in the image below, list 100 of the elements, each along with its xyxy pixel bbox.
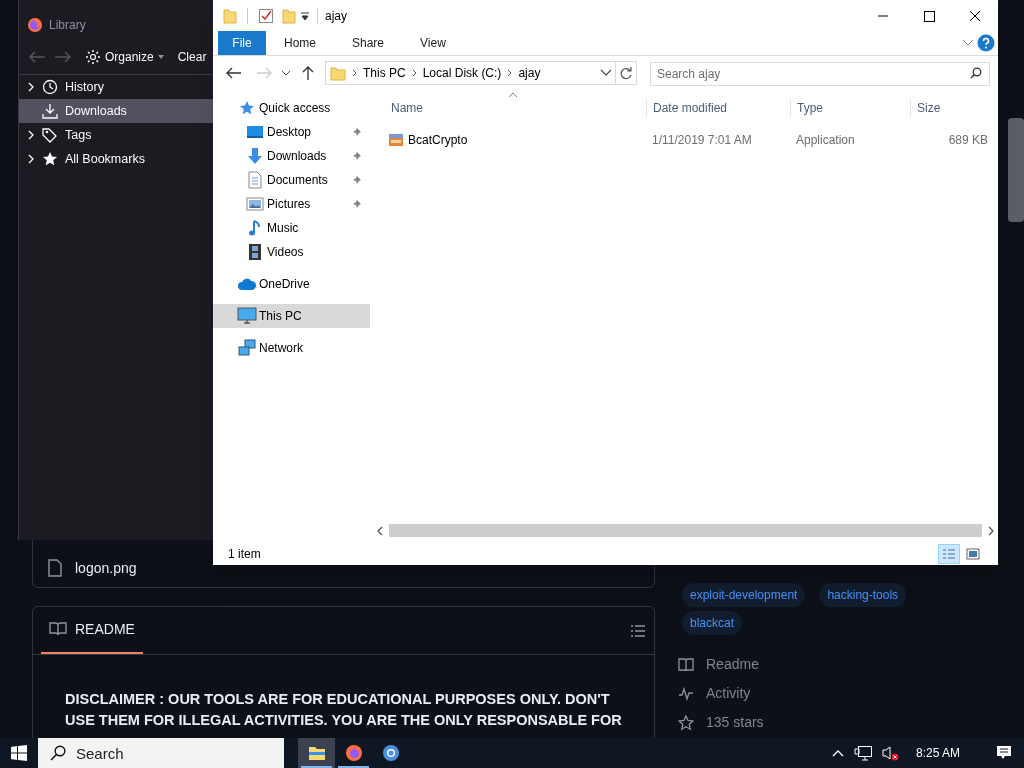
nav-item[interactable]: Videos	[213, 240, 370, 264]
chevron-icon[interactable]	[411, 69, 417, 77]
start-icon[interactable]	[11, 745, 27, 761]
expand-icon[interactable]	[27, 130, 35, 140]
browser-icon	[381, 744, 400, 762]
muted-speaker-icon[interactable]	[881, 745, 900, 761]
help-icon[interactable]	[977, 34, 995, 52]
breadcrumb[interactable]: Local Disk (C:)	[422, 64, 502, 82]
network-icon[interactable]	[853, 745, 872, 761]
outline-icon[interactable]	[630, 624, 646, 638]
breadcrumb[interactable]: ajay	[518, 64, 541, 82]
column-header[interactable]: Date modified	[646, 99, 790, 117]
ribbon-tab[interactable]: Share	[334, 31, 403, 55]
picture-icon	[245, 196, 265, 212]
details-view-icon	[942, 548, 956, 560]
pin-icon[interactable]	[352, 175, 362, 185]
folder-icon	[223, 7, 237, 24]
nav-item[interactable]: Desktop	[213, 120, 370, 144]
star-icon	[42, 151, 58, 167]
book-icon	[49, 621, 67, 637]
ribbon-tab[interactable]: Home	[266, 31, 334, 55]
expand-icon[interactable]	[27, 82, 35, 92]
topic-tag[interactable]: hacking-tools	[819, 583, 907, 607]
app-logo-icon	[27, 17, 43, 33]
sidebar-link[interactable]: Activity	[706, 683, 751, 704]
sidebar-link[interactable]: Readme	[706, 654, 759, 675]
organize-button[interactable]: Organize	[85, 48, 164, 66]
download-icon	[245, 147, 265, 165]
scrollbar-thumb[interactable]	[389, 524, 982, 537]
pulse-icon	[678, 686, 694, 701]
nav-item[interactable]: Network	[213, 336, 370, 360]
column-header[interactable]: Size	[910, 99, 990, 117]
search-field[interactable]: Search ajay	[650, 61, 990, 86]
folder-icon	[307, 745, 326, 761]
nav-item[interactable]: Music	[213, 216, 370, 240]
document-icon	[245, 171, 265, 189]
customize-icon[interactable]	[300, 10, 310, 21]
sidebar-link[interactable]: 135 stars	[706, 712, 764, 733]
desktop-icon	[245, 124, 265, 140]
nav-item[interactable]: This PC	[213, 304, 370, 328]
breadcrumb[interactable]: This PC	[363, 64, 406, 82]
gear-icon	[85, 49, 101, 65]
nav-item[interactable]: Documents	[213, 168, 370, 192]
dropdown-icon[interactable]	[600, 69, 612, 77]
column-header[interactable]: Type	[790, 99, 910, 117]
chevron-up-icon[interactable]	[831, 749, 844, 757]
pin-icon[interactable]	[352, 151, 362, 161]
firefox-icon	[344, 744, 363, 762]
clear-button[interactable]: Clear	[177, 48, 207, 66]
taskbar-search-field[interactable]: Search	[38, 738, 284, 768]
nav-item[interactable]: OneDrive	[213, 272, 370, 296]
chevron-icon[interactable]	[352, 69, 357, 77]
cloud-icon	[237, 277, 257, 291]
nav-item[interactable]: Downloads	[213, 144, 370, 168]
book-icon	[678, 657, 694, 672]
search-icon	[970, 66, 982, 79]
caret-icon	[157, 55, 164, 59]
tree-item[interactable]: History	[19, 75, 213, 99]
table-cell-text: Application	[795, 132, 856, 149]
ribbon-tab[interactable]: View	[402, 31, 464, 55]
download-icon	[42, 103, 58, 119]
file-icon	[48, 559, 62, 577]
properties-icon[interactable]	[258, 7, 274, 24]
table-cell-text: 689 KB	[947, 132, 989, 149]
nav-item[interactable]: Quick access	[213, 96, 370, 120]
window-title: ajay	[325, 7, 347, 25]
readme-tab[interactable]: README	[41, 606, 143, 654]
tree-item[interactable]: Tags	[19, 123, 213, 147]
window-title: Library	[49, 17, 86, 34]
topic-tag[interactable]: blackcat	[682, 611, 743, 635]
nav-item[interactable]: Pictures	[213, 192, 370, 216]
pin-icon[interactable]	[352, 127, 362, 137]
pin-icon[interactable]	[352, 199, 362, 209]
disclaimer-text: DISCLAIMER : OUR TOOLS ARE FOR EDUCATIONAL PURPOSES ONLY. DON'T USE THEM FOR ILLEGAL ACTIVITIES. YOU ARE THE ONLY RESPONSABLE FOR	[65, 690, 623, 730]
expand-icon[interactable]	[27, 154, 35, 164]
expand-ribbon-icon[interactable]	[962, 39, 974, 47]
notifications-icon[interactable]	[996, 745, 1012, 761]
clock[interactable]: 8:25 AM	[915, 744, 960, 762]
tree-item[interactable]: All Bookmarks	[19, 147, 213, 171]
refresh-icon[interactable]	[619, 66, 633, 80]
file-name[interactable]: logon.png	[75, 557, 137, 579]
large-icons-view-icon	[966, 548, 980, 560]
chevron-icon[interactable]	[507, 69, 513, 77]
up-icon[interactable]	[301, 65, 315, 81]
tree-item[interactable]: Downloads	[19, 99, 213, 123]
back-icon[interactable]	[225, 66, 243, 80]
ribbon-tab[interactable]: File	[218, 31, 266, 55]
table-cell-text: 1/11/2019 7:01 AM	[651, 132, 753, 149]
scrollbar-thumb[interactable]	[1008, 118, 1024, 222]
address-bar[interactable]: This PC Local Disk (C:) ajay	[325, 61, 637, 85]
tag-icon	[42, 127, 58, 143]
status-text: 1 item	[228, 546, 261, 563]
taskbar-app-button[interactable]	[298, 738, 335, 768]
recent-locations-icon[interactable]	[281, 69, 291, 77]
column-header[interactable]: Name	[385, 99, 646, 117]
application-icon	[388, 133, 404, 147]
star-icon	[678, 714, 694, 731]
sort-caret-icon[interactable]	[508, 92, 518, 98]
topic-tag[interactable]: exploit-development	[682, 583, 806, 607]
file-name[interactable]: BcatCrypto	[408, 131, 468, 149]
